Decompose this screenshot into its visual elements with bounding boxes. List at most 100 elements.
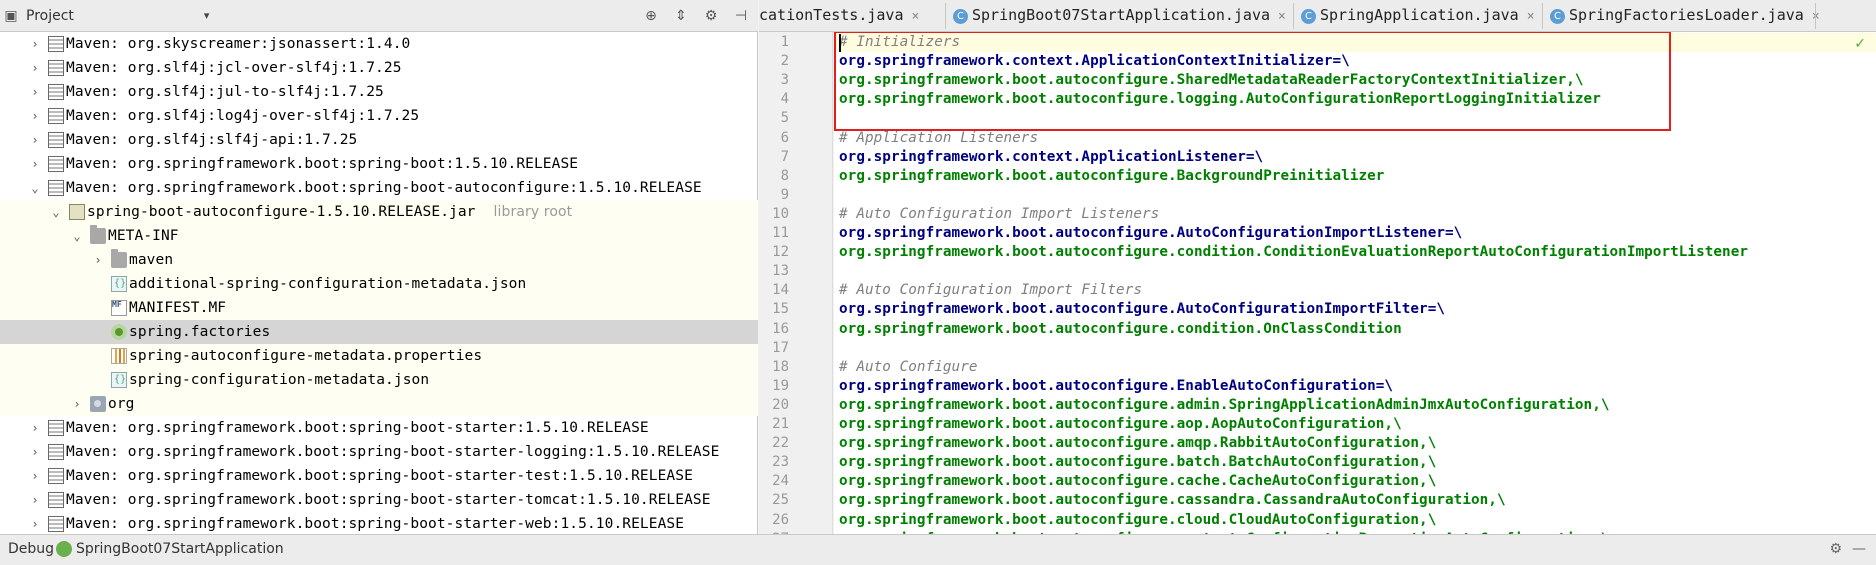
- tree-node[interactable]: MANIFEST.MF: [0, 293, 758, 320]
- chevron-down-icon[interactable]: ⌄: [70, 224, 84, 248]
- chevron-right-icon[interactable]: ›: [28, 128, 42, 152]
- gear-icon[interactable]: ⚙: [700, 5, 722, 27]
- property-key: org.springframework.boot.autoconfigure.E…: [839, 377, 1394, 394]
- chevron-down-icon[interactable]: ▾: [204, 9, 210, 22]
- code-line[interactable]: org.springframework.context.ApplicationL…: [839, 148, 1263, 167]
- code-line[interactable]: org.springframework.boot.autoconfigure.a…: [839, 434, 1436, 453]
- chevron-down-icon[interactable]: ⌄: [49, 200, 63, 224]
- code-line[interactable]: org.springframework.boot.autoconfigure.c…: [839, 511, 1436, 530]
- line-number: 14: [772, 282, 789, 299]
- chevron-right-icon[interactable]: ›: [28, 104, 42, 128]
- close-icon[interactable]: ×: [912, 9, 920, 24]
- tree-node[interactable]: › Maven: org.springframework.boot:spring-…: [0, 152, 758, 176]
- tree-node[interactable]: › Maven: org.springframework.boot:spring-…: [0, 512, 758, 534]
- tree-node[interactable]: › Maven: org.slf4j:jul-to-slf4j:1.7.25: [0, 80, 758, 104]
- tree-node[interactable]: › Maven: org.springframework.boot:spring-…: [0, 440, 758, 464]
- chevron-right-icon[interactable]: ›: [28, 152, 42, 176]
- tree-node-label: Maven: org.springframework.boot:spring-b…: [66, 492, 711, 508]
- chevron-down-icon[interactable]: ⌄: [28, 176, 42, 200]
- tree-node[interactable]: › Maven: org.springframework.boot:spring-…: [0, 416, 758, 440]
- tree-node[interactable]: › maven: [0, 248, 758, 272]
- tree-node[interactable]: › Maven: org.slf4j:slf4j-api:1.7.25: [0, 128, 758, 152]
- inspection-ok-icon[interactable]: ✓: [1854, 36, 1866, 52]
- debug-tab-label[interactable]: Debug: [8, 541, 54, 557]
- tree-node-label: org: [108, 396, 135, 412]
- debug-run-config[interactable]: SpringBoot07StartApplication: [56, 541, 284, 557]
- line-number: 12: [772, 244, 789, 261]
- tree-node-label: spring-configuration-metadata.json: [129, 372, 430, 388]
- chevron-right-icon[interactable]: ›: [28, 32, 42, 56]
- tree-node-label: spring-boot-autoconfigure-1.5.10.RELEASE…: [87, 204, 476, 220]
- chevron-right-icon[interactable]: ›: [28, 440, 42, 464]
- code-line[interactable]: org.springframework.boot.autoconfigure.E…: [839, 377, 1393, 396]
- minimize-icon[interactable]: —: [1852, 541, 1866, 557]
- line-number: 24: [772, 473, 789, 490]
- code-line[interactable]: org.springframework.boot.autoconfigure.A…: [839, 300, 1445, 319]
- close-icon[interactable]: ×: [1527, 9, 1535, 24]
- java-class-icon: C: [1301, 9, 1316, 24]
- code-line[interactable]: org.springframework.boot.autoconfigure.b…: [839, 453, 1436, 472]
- tab-separator: [1815, 3, 1816, 29]
- tree-node[interactable]: › Maven: org.slf4j:jcl-over-slf4j:1.7.25: [0, 56, 758, 80]
- line-number: 5: [780, 110, 789, 127]
- chevron-right-icon[interactable]: ›: [28, 512, 42, 534]
- collapse-all-icon[interactable]: ⇕: [670, 5, 692, 27]
- tab-separator: [1293, 3, 1294, 29]
- editor-tab[interactable]: C SpringApplication.java ×: [1295, 0, 1542, 31]
- project-panel: ▣ Project ▾ ⊕ ⇕ ⚙ ⊣ › Maven: org.skyscrea…: [0, 0, 758, 534]
- tree-node[interactable]: › Maven: org.springframework.boot:spring-…: [0, 488, 758, 512]
- tree-node[interactable]: spring-configuration-metadata.json: [0, 368, 758, 392]
- tree-node[interactable]: › Maven: org.skyscreamer:jsonassert:1.4.0: [0, 32, 758, 56]
- code-line[interactable]: org.springframework.boot.autoconfigure.c…: [839, 472, 1436, 491]
- project-view-title[interactable]: Project: [26, 8, 74, 24]
- tree-node[interactable]: › org: [0, 392, 758, 416]
- code-line[interactable]: org.springframework.boot.autoconfigure.a…: [839, 396, 1610, 415]
- tree-node[interactable]: ⌄ spring-boot-autoconfigure-1.5.10.RELEAS…: [0, 200, 758, 224]
- code-line[interactable]: # Auto Configuration Import Filters: [839, 281, 1142, 300]
- tree-node[interactable]: ⌄ META-INF: [0, 224, 758, 248]
- line-number: 18: [772, 358, 789, 375]
- property-value: org.springframework.boot.autoconfigure.c…: [839, 492, 1506, 509]
- target-icon[interactable]: ⊕: [640, 5, 662, 27]
- tree-node[interactable]: spring-autoconfigure-metadata.properties: [0, 344, 758, 368]
- tree-node[interactable]: spring.factories: [0, 320, 758, 344]
- hide-panel-icon[interactable]: ⊣: [730, 5, 752, 27]
- code-line[interactable]: org.springframework.boot.autoconfigure.a…: [839, 415, 1402, 434]
- code-line[interactable]: org.springframework.boot.autoconfigure.c…: [839, 243, 1748, 262]
- code-line[interactable]: org.springframework.boot.autoconfigure.A…: [839, 224, 1462, 243]
- project-toolbar: ▣ Project ▾ ⊕ ⇕ ⚙ ⊣: [0, 0, 758, 32]
- property-key: org.springframework.context.ApplicationL…: [839, 148, 1264, 165]
- editor-tab[interactable]: cationTests.java ×: [759, 0, 945, 31]
- lib-icon: [48, 60, 64, 76]
- property-value: org.springframework.boot.autoconfigure.c…: [839, 320, 1402, 337]
- code-editor[interactable]: # Initializers org.springframework.contex…: [834, 32, 1876, 534]
- code-line[interactable]: org.springframework.boot.autoconfigure.B…: [839, 167, 1384, 186]
- chevron-right-icon[interactable]: ›: [28, 56, 42, 80]
- jar-icon: [69, 204, 85, 220]
- chevron-right-icon[interactable]: ›: [91, 248, 105, 272]
- code-line[interactable]: org.springframework.boot.autoconfigure.c…: [839, 320, 1402, 339]
- code-line[interactable]: org.springframework.boot.autoconfigure.c…: [839, 491, 1506, 510]
- property-value: org.springframework.boot.autoconfigure.a…: [839, 435, 1437, 452]
- debug-bar-actions: ⚙ —: [1829, 541, 1866, 557]
- close-icon[interactable]: ×: [1278, 9, 1286, 24]
- line-number: 19: [772, 377, 789, 394]
- tree-node-label: Maven: org.springframework.boot:spring-b…: [66, 444, 720, 460]
- tree-node[interactable]: › Maven: org.slf4j:log4j-over-slf4j:1.7.2…: [0, 104, 758, 128]
- line-number: 8: [780, 167, 789, 184]
- editor-tab[interactable]: CSpringFactoriesLoader.java×: [1544, 0, 1820, 31]
- code-line[interactable]: # Auto Configuration Import Listeners: [839, 205, 1159, 224]
- tree-node[interactable]: ⌄ Maven: org.springframework.boot:spring-…: [0, 176, 758, 200]
- property-value: org.springframework.boot.autoconfigure.B…: [839, 167, 1385, 184]
- tree-node[interactable]: › Maven: org.springframework.boot:spring-…: [0, 464, 758, 488]
- chevron-right-icon[interactable]: ›: [70, 392, 84, 416]
- code-line[interactable]: # Auto Configure: [839, 358, 978, 377]
- chevron-right-icon[interactable]: ›: [28, 464, 42, 488]
- chevron-right-icon[interactable]: ›: [28, 80, 42, 104]
- chevron-right-icon[interactable]: ›: [28, 416, 42, 440]
- json-icon: [111, 272, 127, 296]
- gear-icon[interactable]: ⚙: [1829, 541, 1842, 557]
- editor-tab[interactable]: C SpringBoot07StartApplication.java ×: [947, 0, 1293, 31]
- code-line[interactable]: # Application Listeners: [839, 129, 1038, 148]
- chevron-right-icon[interactable]: ›: [28, 488, 42, 512]
